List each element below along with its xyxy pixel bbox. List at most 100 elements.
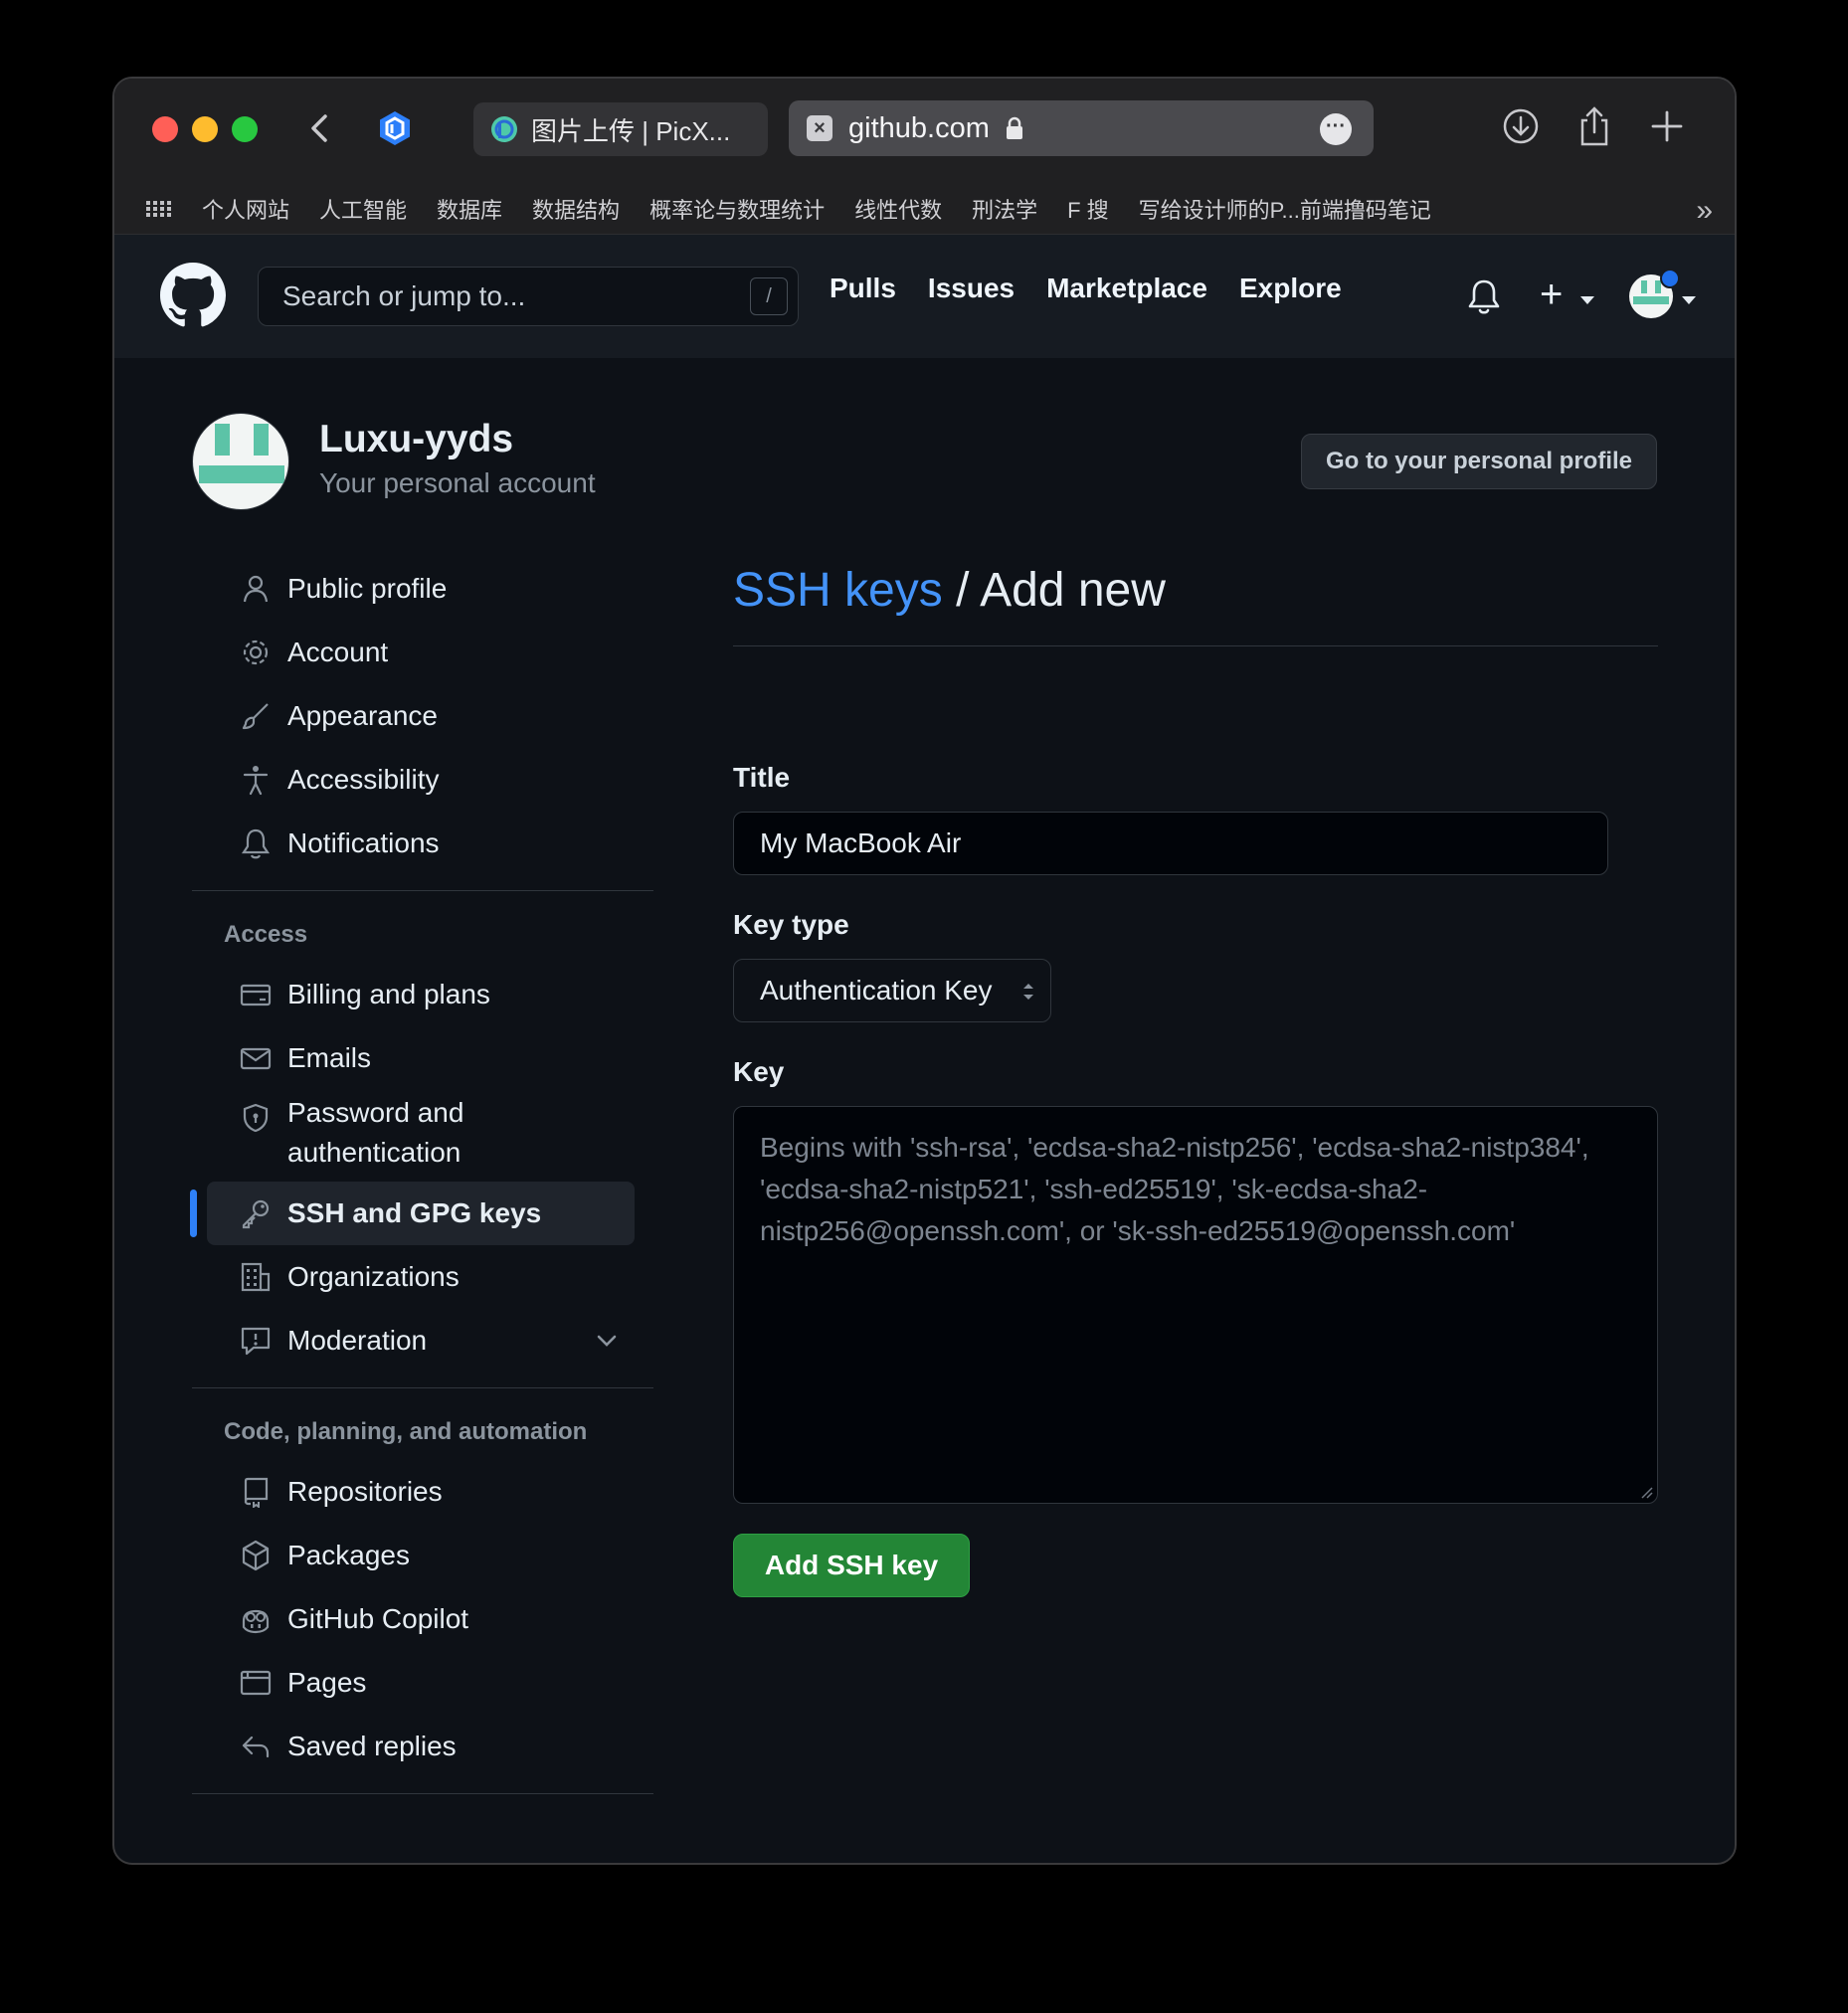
browser-icon [240,1670,272,1696]
sidebar-item-label: Billing and plans [287,979,490,1009]
sidebar-item-label: Accessibility [287,764,440,795]
sidebar-item-organizations[interactable]: Organizations [207,1245,635,1309]
copilot-icon [242,1609,270,1634]
browser-toolbar: 图片上传 | PicX... × github.com ··· 个人网站 人工智… [114,79,1735,235]
sidebar-item-notifications[interactable]: Notifications [207,812,635,875]
create-dropdown-caret-icon[interactable] [1580,296,1594,304]
search-input[interactable]: Search or jump to... / [258,267,799,326]
sidebar-item-pages[interactable]: Pages [207,1651,635,1715]
sidebar-item-copilot[interactable]: GitHub Copilot [207,1587,635,1651]
back-arrow-icon[interactable] [303,108,337,148]
more-options-icon[interactable]: ··· [1320,113,1352,145]
active-indicator [190,1190,197,1237]
package-icon [242,1540,270,1571]
repo-icon [244,1477,269,1508]
resize-handle-icon[interactable] [1639,1485,1653,1499]
search-placeholder: Search or jump to... [282,280,526,311]
key-placeholder: Begins with 'ssh-rsa', 'ecdsa-sha2-nistp… [760,1132,1589,1246]
bookmark-item[interactable]: 数据库 [437,193,502,225]
sidebar-item-ssh-gpg-keys[interactable]: SSH and GPG keys [190,1182,635,1245]
bookmark-item[interactable]: 概率论与数理统计 [649,193,825,225]
bookmark-item[interactable]: 刑法学 [972,193,1037,225]
sidebar-heading-access: Access [224,921,308,948]
key-textarea[interactable]: Begins with 'ssh-rsa', 'ecdsa-sha2-nistp… [733,1106,1658,1504]
tab-title: 图片上传 | PicX... [531,115,731,146]
page-title: SSH keys / Add new [733,563,1166,618]
breadcrumb-ssh-keys[interactable]: SSH keys [733,564,943,617]
apps-grid-icon[interactable] [144,195,172,223]
settings-sidebar: Public profile Account Appearance Access… [190,557,653,1810]
close-window-button[interactable] [152,116,178,142]
sidebar-heading-code: Code, planning, and automation [224,1418,588,1445]
user-dropdown-caret-icon[interactable] [1682,296,1696,304]
title-divider [733,645,1658,646]
notification-dot [1660,269,1680,288]
settings-page: Luxu-yyds Your personal account Go to yo… [114,358,1735,1863]
select-arrows-icon [1023,984,1033,1000]
bookmark-item[interactable]: F 搜 [1067,193,1109,225]
bookmark-item[interactable]: 线性代数 [854,193,942,225]
paintbrush-icon [242,703,269,730]
sidebar-item-emails[interactable]: Emails [207,1026,635,1090]
sidebar-item-label: Account [287,637,389,667]
sidebar-item-moderation[interactable]: Moderation [207,1309,635,1372]
bookmarks-bar: 个人网站 人工智能 数据库 数据结构 概率论与数理统计 线性代数 刑法学 F 搜… [114,184,1735,234]
person-icon [243,575,269,603]
sidebar-item-packages[interactable]: Packages [207,1524,635,1587]
tab-picx[interactable]: 图片上传 | PicX... [473,102,768,156]
minimize-window-button[interactable] [192,116,218,142]
sidebar-item-label: Packages [287,1540,410,1570]
sidebar-item-public-profile[interactable]: Public profile [207,557,635,621]
bookmark-item[interactable]: 数据结构 [532,193,620,225]
maximize-window-button[interactable] [232,116,258,142]
close-tab-icon[interactable]: × [807,115,832,141]
sidebar-item-label: Password and authentication [287,1097,464,1168]
search-shortcut-key: / [750,277,788,315]
nav-pulls[interactable]: Pulls [830,273,896,304]
sidebar-item-billing[interactable]: Billing and plans [207,963,635,1026]
sidebar-item-label: Emails [287,1042,372,1073]
github-header: Search or jump to... / Pulls Issues Mark… [114,235,1735,358]
new-tab-icon[interactable] [1645,104,1689,148]
bookmark-item[interactable]: 人工智能 [319,193,407,225]
sidebar-item-label: Moderation [287,1325,428,1356]
picx-favicon-icon [491,116,517,142]
sidebar-item-label: Organizations [287,1261,460,1292]
profile-avatar [192,413,289,510]
notifications-bell-icon[interactable] [1467,278,1501,316]
bookmark-item[interactable]: 写给设计师的P...前端撸码笔记 [1139,193,1431,225]
sidebar-item-label: Public profile [287,573,448,604]
download-icon[interactable] [1499,104,1543,148]
nav-issues[interactable]: Issues [928,273,1015,304]
gear-icon [243,640,269,665]
sidebar-item-appearance[interactable]: Appearance [207,684,635,748]
nav-explore[interactable]: Explore [1239,273,1342,304]
extension-icon[interactable] [375,108,415,148]
key-type-value: Authentication Key [760,975,993,1006]
lock-icon [1006,116,1022,139]
sidebar-item-repositories[interactable]: Repositories [207,1460,635,1524]
sidebar-item-accessibility[interactable]: Accessibility [207,748,635,812]
sidebar-divider [192,890,653,891]
chevron-down-icon[interactable] [593,1327,621,1355]
github-logo-icon[interactable] [160,263,226,328]
sidebar-item-password[interactable]: Password and authentication [207,1090,635,1176]
sidebar-item-account[interactable]: Account [207,621,635,684]
address-bar[interactable]: × github.com ··· [789,100,1374,156]
page-title-text: Add new [980,564,1166,617]
sidebar-item-label: Pages [287,1667,367,1698]
go-to-profile-button[interactable]: Go to your personal profile [1301,434,1657,489]
sidebar-item-label: Notifications [287,827,440,858]
create-new-plus-icon[interactable]: + [1540,274,1563,314]
reply-icon [242,1736,270,1758]
bookmarks-overflow-icon[interactable]: » [1696,194,1713,228]
title-input[interactable]: My MacBook Air [733,812,1608,875]
bookmark-item[interactable]: 个人网站 [202,193,289,225]
nav-marketplace[interactable]: Marketplace [1046,273,1207,304]
share-icon[interactable] [1572,104,1616,148]
sidebar-item-saved-replies[interactable]: Saved replies [207,1715,635,1778]
profile-name: Luxu-yyds [319,418,514,460]
key-type-select[interactable]: Authentication Key [733,959,1051,1022]
add-ssh-key-button[interactable]: Add SSH key [733,1534,970,1597]
mail-icon [240,1047,272,1070]
